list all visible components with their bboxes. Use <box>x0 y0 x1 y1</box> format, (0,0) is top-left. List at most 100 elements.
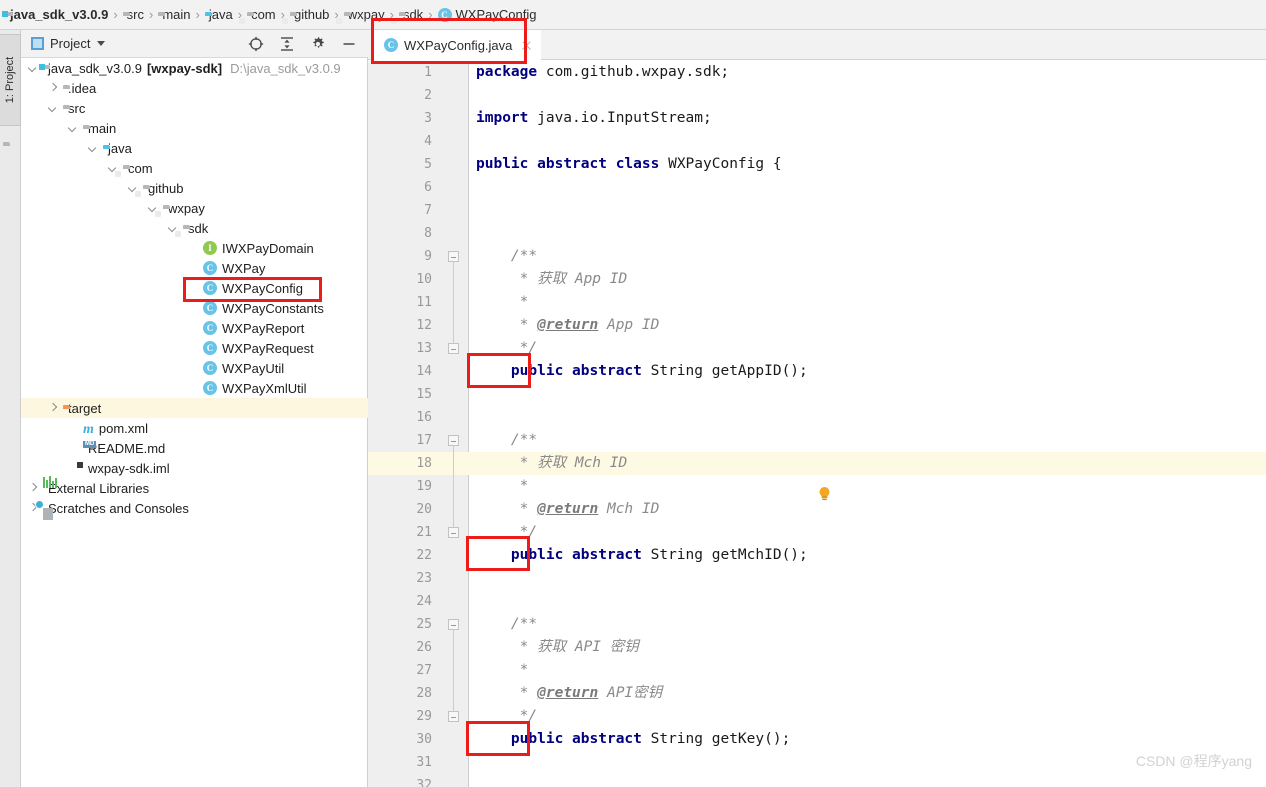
code-line-17[interactable]: 17 /** <box>368 429 1266 452</box>
code-line-32[interactable]: 32 <box>368 774 1266 787</box>
code-line-25[interactable]: 25 /** <box>368 613 1266 636</box>
chevron-down-icon[interactable] <box>87 143 98 154</box>
tree-file-wxpayconfig[interactable]: CWXPayConfig <box>21 278 368 298</box>
code-line-31[interactable]: 31 <box>368 751 1266 774</box>
code-line-5[interactable]: 5public abstract class WXPayConfig { <box>368 153 1266 176</box>
editor-tab-wxpayconfig[interactable]: C WXPayConfig.java <box>374 30 541 60</box>
code-line-9[interactable]: 9 /** <box>368 245 1266 268</box>
project-tree[interactable]: java_sdk_v3.0.9[wxpay-sdk]D:\java_sdk_v3… <box>21 58 368 787</box>
tree-node-wxpay[interactable]: wxpay <box>21 198 368 218</box>
tree-file-wxpayutil[interactable]: CWXPayUtil <box>21 358 368 378</box>
close-icon[interactable] <box>521 40 532 51</box>
editor-area: C WXPayConfig.java 1package com.github.w… <box>368 30 1266 787</box>
class-icon: C <box>203 281 217 295</box>
tree-indent-spacer <box>187 283 198 294</box>
tree-file-wxpayxmlutil[interactable]: CWXPayXmlUtil <box>21 378 368 398</box>
tree-node-target[interactable]: target <box>21 398 368 418</box>
code-editor[interactable]: 1package com.github.wxpay.sdk;23import j… <box>368 61 1266 787</box>
breadcrumb-item-label: WXPayConfig <box>456 7 537 22</box>
line-number: 26 <box>368 636 432 659</box>
code-line-28[interactable]: 28 * @return API密钥 <box>368 682 1266 705</box>
chevron-right-icon[interactable] <box>47 83 58 94</box>
project-toolbar-actions <box>247 35 368 53</box>
chevron-down-icon[interactable] <box>27 63 38 74</box>
code-line-24[interactable]: 24 <box>368 590 1266 613</box>
code-line-20[interactable]: 20 * @return Mch ID <box>368 498 1266 521</box>
code-line-12[interactable]: 12 * @return App ID <box>368 314 1266 337</box>
tree-node-java-sdk-v3-0-9[interactable]: java_sdk_v3.0.9[wxpay-sdk]D:\java_sdk_v3… <box>21 58 368 78</box>
code-line-27[interactable]: 27 * <box>368 659 1266 682</box>
code-line-1[interactable]: 1package com.github.wxpay.sdk; <box>368 61 1266 84</box>
chevron-down-icon[interactable] <box>67 123 78 134</box>
tree-file-wxpay[interactable]: CWXPay <box>21 258 368 278</box>
tree-node-sdk[interactable]: sdk <box>21 218 368 238</box>
code-line-6[interactable]: 6 <box>368 176 1266 199</box>
breadcrumb-item-wxpayconfig[interactable]: CWXPayConfig <box>438 7 537 22</box>
code-line-4[interactable]: 4 <box>368 130 1266 153</box>
chevron-right-icon[interactable] <box>27 483 38 494</box>
code-line-16[interactable]: 16 <box>368 406 1266 429</box>
breadcrumb-item-label: sdk <box>403 7 423 22</box>
tree-file-wxpayrequest[interactable]: CWXPayRequest <box>21 338 368 358</box>
tree-node-external-libraries[interactable]: External Libraries <box>21 478 368 498</box>
line-number: 15 <box>368 383 432 406</box>
tree-file-pom-xml[interactable]: mpom.xml <box>21 418 368 438</box>
breadcrumb-item-wxpay[interactable]: wxpay <box>344 7 385 22</box>
breadcrumb-item-java-sdk-v3-0-9[interactable]: java_sdk_v3.0.9 <box>6 7 108 22</box>
code-line-13[interactable]: 13 */ <box>368 337 1266 360</box>
intention-bulb-icon[interactable] <box>818 486 831 503</box>
code-line-29[interactable]: 29 */ <box>368 705 1266 728</box>
tree-file-wxpay-sdk-iml[interactable]: wxpay-sdk.iml <box>21 458 368 478</box>
code-line-22[interactable]: 22 public abstract String getMchID(); <box>368 544 1266 567</box>
code-line-26[interactable]: 26 * 获取 API 密钥 <box>368 636 1266 659</box>
tree-file-readme-md[interactable]: MDREADME.md <box>21 438 368 458</box>
fold-end-icon[interactable] <box>448 711 459 722</box>
tree-file-iwxpaydomain[interactable]: IIWXPayDomain <box>21 238 368 258</box>
line-number: 9 <box>368 245 432 268</box>
code-line-7[interactable]: 7 <box>368 199 1266 222</box>
breadcrumb-item-sdk[interactable]: sdk <box>399 7 423 22</box>
tree-file-wxpayconstants[interactable]: CWXPayConstants <box>21 298 368 318</box>
breadcrumb-item-java[interactable]: java <box>205 7 233 22</box>
tree-node-github[interactable]: github <box>21 178 368 198</box>
tree-indent-spacer <box>187 363 198 374</box>
tree-file-wxpayreport[interactable]: CWXPayReport <box>21 318 368 338</box>
code-line-19[interactable]: 19 * <box>368 475 1266 498</box>
tool-window-button-project[interactable]: 1: Project <box>0 34 21 126</box>
chevron-right-icon[interactable] <box>47 403 58 414</box>
project-title-dropdown[interactable]: Project <box>31 36 105 51</box>
code-line-11[interactable]: 11 * <box>368 291 1266 314</box>
code-line-2[interactable]: 2 <box>368 84 1266 107</box>
code-line-10[interactable]: 10 * 获取 App ID <box>368 268 1266 291</box>
code-line-21[interactable]: 21 */ <box>368 521 1266 544</box>
code-line-15[interactable]: 15 <box>368 383 1266 406</box>
tree-node-scratches-and-consoles[interactable]: Scratches and Consoles <box>21 498 368 518</box>
line-number: 28 <box>368 682 432 705</box>
tree-node-com[interactable]: com <box>21 158 368 178</box>
fold-end-icon[interactable] <box>448 343 459 354</box>
tree-node-src[interactable]: src <box>21 98 368 118</box>
code-line-18[interactable]: 18 * 获取 Mch ID <box>368 452 1266 475</box>
tree-node-main[interactable]: main <box>21 118 368 138</box>
tree-node-java[interactable]: java <box>21 138 368 158</box>
hide-icon[interactable] <box>340 35 358 53</box>
code-line-3[interactable]: 3import java.io.InputStream; <box>368 107 1266 130</box>
collapse-all-icon[interactable] <box>278 35 296 53</box>
breadcrumb-item-src[interactable]: src <box>123 7 144 22</box>
locate-icon[interactable] <box>247 35 265 53</box>
watermark: CSDN @程序yang <box>1136 751 1252 771</box>
line-number: 10 <box>368 268 432 291</box>
chevron-down-icon[interactable] <box>47 103 58 114</box>
gear-icon[interactable] <box>309 35 327 53</box>
breadcrumb-item-main[interactable]: main <box>158 7 190 22</box>
fold-end-icon[interactable] <box>448 527 459 538</box>
breadcrumb-item-com[interactable]: com <box>247 7 276 22</box>
tree-indent-spacer <box>67 423 78 434</box>
code-line-30[interactable]: 30 public abstract String getKey(); <box>368 728 1266 751</box>
tree-node--idea[interactable]: .idea <box>21 78 368 98</box>
breadcrumb-item-github[interactable]: github <box>290 7 329 22</box>
code-line-14[interactable]: 14 public abstract String getAppID(); <box>368 360 1266 383</box>
code-lines[interactable]: 1package com.github.wxpay.sdk;23import j… <box>368 61 1266 787</box>
code-line-23[interactable]: 23 <box>368 567 1266 590</box>
code-line-8[interactable]: 8 <box>368 222 1266 245</box>
